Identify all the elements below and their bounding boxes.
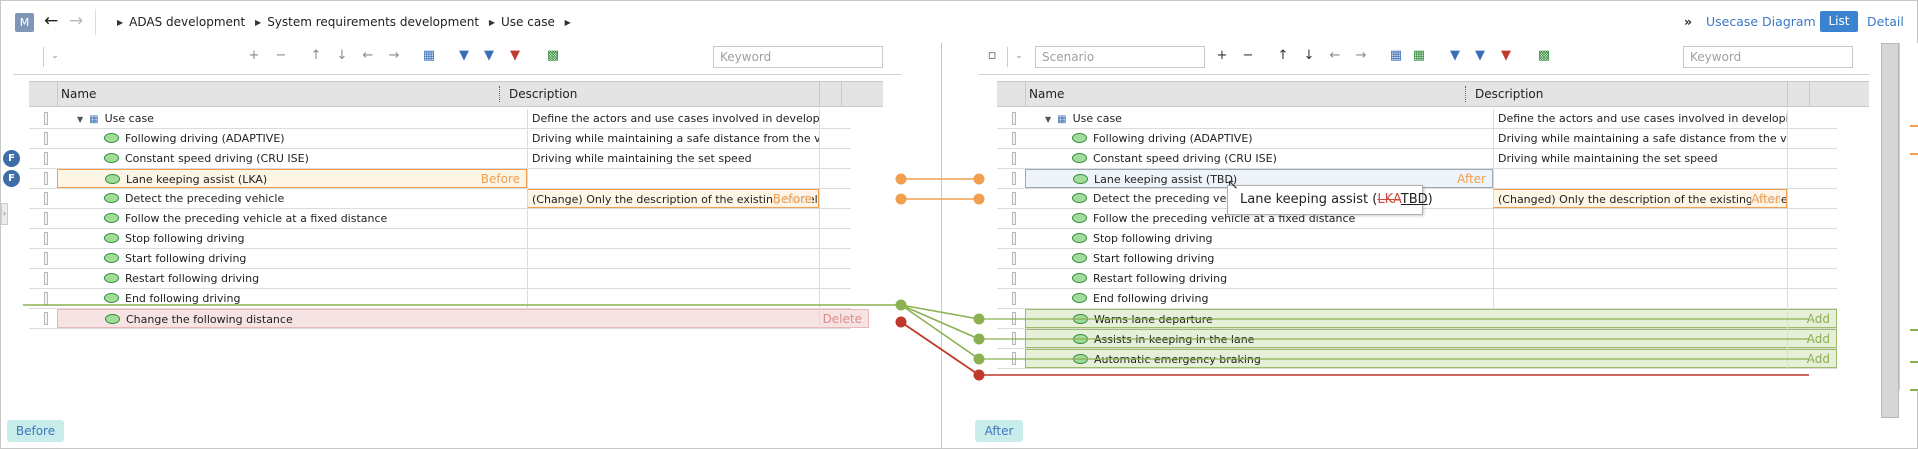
diff-connectors — [23, 173, 1809, 381]
diff-connector-dot[interactable] — [973, 173, 985, 185]
after-label: After — [975, 420, 1023, 442]
diff-connector-dot[interactable] — [973, 193, 985, 205]
rename-diff-tooltip: Lane keeping assist (LKATBD) — [1227, 185, 1433, 215]
diff-connector-dot[interactable] — [973, 369, 985, 381]
app-window: M ← → ▶ ADAS development ▶ System requirem… — [0, 0, 1918, 449]
tooltip-suffix: ) — [1427, 192, 1433, 207]
diff-connector-line — [900, 304, 980, 360]
before-label: Before — [7, 420, 64, 442]
tooltip-removed-text: LKA — [1377, 192, 1401, 207]
diff-connector-dot[interactable] — [895, 299, 907, 311]
diff-connector-dot[interactable] — [895, 316, 907, 328]
diff-connector-line — [900, 321, 980, 376]
tooltip-added-text: TBD — [1400, 192, 1428, 207]
diff-connector-dot[interactable] — [895, 173, 907, 185]
filter-badge-icon[interactable]: F — [3, 170, 20, 187]
diff-connector-line — [900, 304, 980, 320]
diff-connector-dot[interactable] — [895, 193, 907, 205]
filter-badge-icon[interactable]: F — [3, 150, 20, 167]
diff-connector-line — [900, 304, 980, 340]
tooltip-prefix: Lane keeping assist ( — [1240, 192, 1378, 207]
mouse-cursor-icon: ↖ — [1227, 177, 1239, 193]
